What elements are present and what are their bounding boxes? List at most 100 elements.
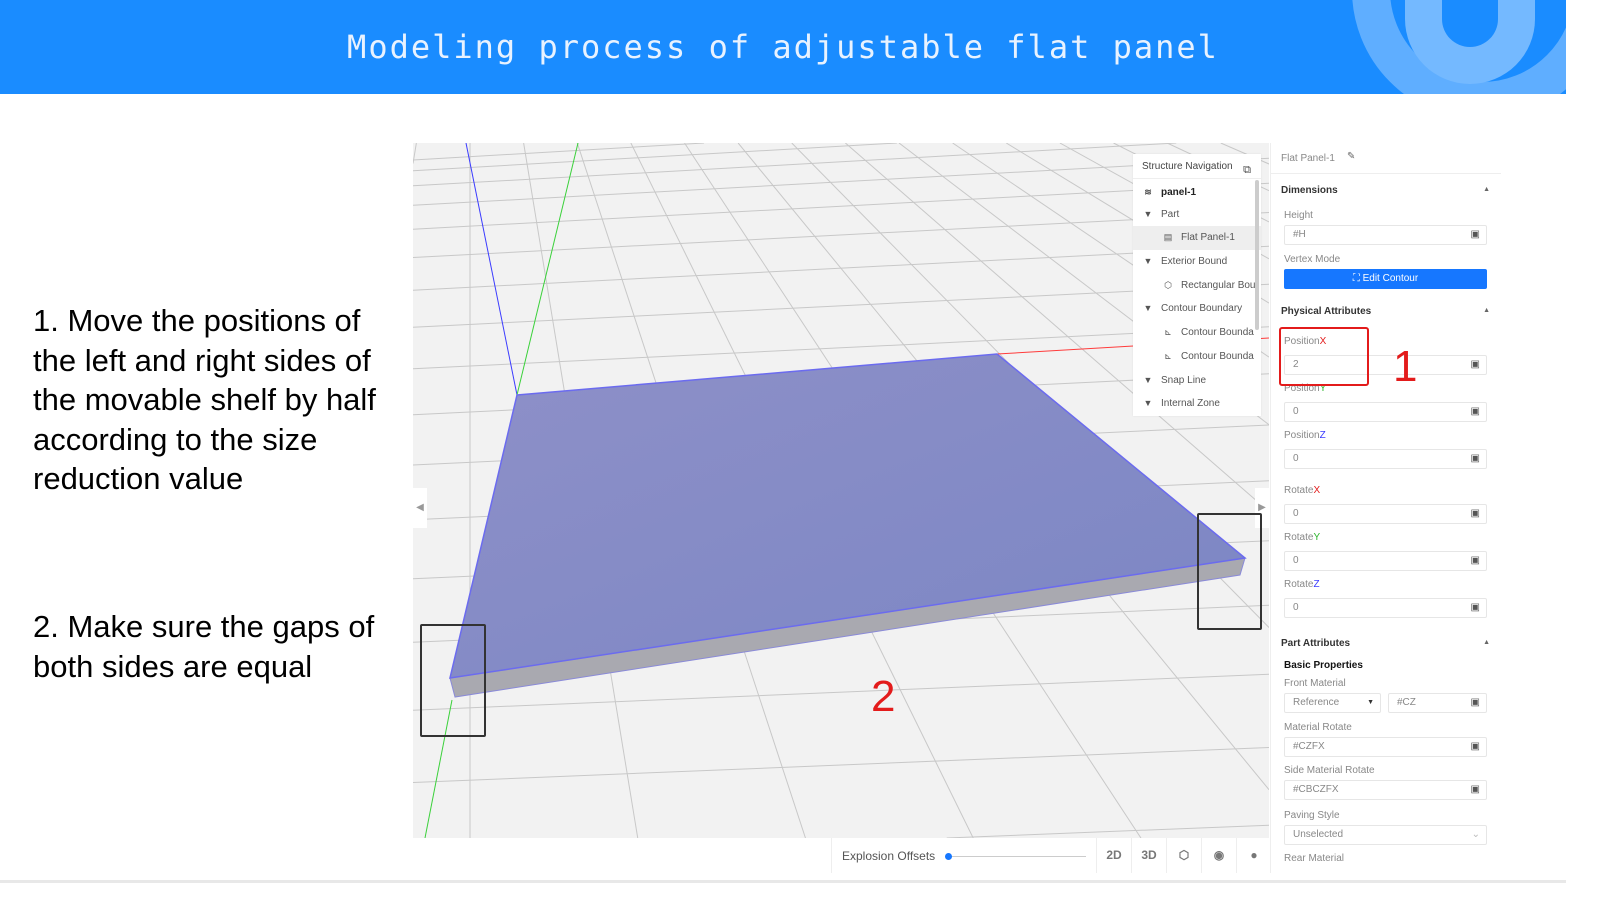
panel-icon: ▤ (1163, 232, 1173, 243)
chevron-down-icon[interactable]: ⌄ (1472, 826, 1480, 844)
calculator-icon[interactable]: ▣ (1471, 599, 1480, 617)
page-title: Modeling process of adjustable flat pane… (347, 28, 1219, 66)
instruction-step-2: 2. Make sure the gaps of both sides are … (33, 609, 375, 684)
info-icon[interactable]: ● (1236, 838, 1271, 873)
tree-item-contour-boundary-1[interactable]: ⊾ Contour Bounda (1133, 321, 1261, 345)
header-banner: Modeling process of adjustable flat pane… (0, 0, 1566, 94)
nav-scrollbar[interactable] (1255, 180, 1259, 330)
position-y-field[interactable]: 0 ▣ (1284, 402, 1487, 422)
calculator-icon[interactable]: ▣ (1471, 694, 1480, 712)
calculator-icon[interactable]: ▣ (1471, 226, 1480, 244)
structure-navigation-title: Structure Navigation (1142, 161, 1233, 172)
caret-down-icon[interactable]: ▼ (1141, 369, 1155, 393)
position-z-label: PositionZ (1284, 430, 1326, 441)
collapse-caret-icon[interactable]: ▲ (1483, 307, 1490, 314)
instruction-step-1: 1. Move the positions of the left and ri… (33, 303, 376, 496)
rotate-y-field[interactable]: 0 ▣ (1284, 551, 1487, 571)
slider-handle[interactable] (945, 853, 952, 860)
height-field[interactable]: #H ▣ (1284, 225, 1487, 245)
rotate-x-label: RotateX (1284, 485, 1321, 496)
contour-icon: ⊾ (1164, 350, 1172, 361)
tree-item-label: Snap Line (1161, 374, 1207, 386)
front-material-value: #CZ (1397, 697, 1416, 708)
part-name: Flat Panel-1 (1281, 153, 1335, 164)
annotation-number-2: 2 (871, 672, 896, 721)
collapse-caret-icon[interactable]: ▲ (1483, 639, 1490, 646)
explosion-offsets-slider[interactable] (945, 853, 1086, 860)
grid-line (413, 747, 1269, 783)
material-rotate-value: #CZFX (1293, 741, 1325, 752)
tree-item-contour-boundary[interactable]: ▼ Contour Boundary (1133, 297, 1261, 321)
side-material-rotate-field[interactable]: #CBCZFX ▣ (1284, 780, 1487, 800)
front-material-select-value: Reference (1293, 697, 1340, 708)
rotate-y-value: 0 (1293, 555, 1299, 566)
paving-style-select[interactable]: Unselected ⌄ (1284, 825, 1487, 845)
section-part-attributes[interactable]: Part Attributes (1281, 638, 1350, 649)
grid-line (946, 824, 1269, 838)
front-material-label: Front Material (1284, 678, 1346, 689)
eye-icon[interactable]: ◉ (1201, 838, 1236, 873)
edit-contour-button[interactable]: ⛶ Edit Contour (1284, 269, 1487, 289)
front-material-field[interactable]: #CZ ▣ (1388, 693, 1487, 713)
position-y-value: 0 (1293, 406, 1299, 417)
rotate-z-field[interactable]: 0 ▣ (1284, 598, 1487, 618)
basic-properties-heading: Basic Properties (1284, 660, 1363, 671)
section-dimensions[interactable]: Dimensions (1281, 185, 1338, 196)
cube-view-icon[interactable]: ⬡ (1166, 838, 1201, 873)
tree-item-label: Exterior Bound (1161, 256, 1228, 268)
tree-item-internal-zone[interactable]: ▼ Internal Zone (1133, 392, 1261, 416)
calculator-icon[interactable]: ▣ (1471, 738, 1480, 756)
tree-item-part[interactable]: ▼ Part (1133, 203, 1261, 227)
tree-item-panel-1[interactable]: ≋ panel-1 (1133, 179, 1261, 203)
material-rotate-field[interactable]: #CZFX ▣ (1284, 737, 1487, 757)
caret-down-icon[interactable]: ▼ (1141, 392, 1155, 416)
front-material-select[interactable]: Reference ▼ (1284, 693, 1381, 713)
calculator-icon[interactable]: ▣ (1471, 450, 1480, 468)
tree-item-flat-panel-1[interactable]: ▤ Flat Panel-1 (1133, 226, 1261, 251)
caret-down-icon[interactable]: ▼ (1141, 203, 1155, 227)
gap-highlight-left (420, 624, 486, 737)
tree-item-snap-line[interactable]: ▼ Snap Line (1133, 369, 1261, 393)
layers-icon: ≋ (1144, 187, 1152, 197)
edit-contour-label: Edit Contour (1362, 273, 1419, 284)
caret-down-icon[interactable]: ▼ (1141, 250, 1155, 274)
height-label: Height (1284, 210, 1313, 221)
calculator-icon[interactable]: ▣ (1471, 781, 1480, 799)
collapse-caret-icon[interactable]: ▲ (1483, 186, 1490, 193)
calculator-icon[interactable]: ▣ (1471, 552, 1480, 570)
tree-item-exterior-bound[interactable]: ▼ Exterior Bound (1133, 250, 1261, 274)
rotate-z-value: 0 (1293, 602, 1299, 613)
structure-navigation-panel: Structure Navigation ⧉ ≋ panel-1 ▼ Part ▤ Fl… (1133, 154, 1261, 416)
view-2d-button[interactable]: 2D (1096, 838, 1131, 873)
collapse-left-icon[interactable]: ◀ (413, 488, 427, 528)
tree-item-label: Part (1161, 208, 1180, 220)
gap-highlight-right (1197, 513, 1262, 630)
tree-item-contour-boundary-2[interactable]: ⊾ Contour Bounda (1133, 345, 1261, 369)
vertex-mode-label: Vertex Mode (1284, 254, 1341, 265)
tree-item-label: Contour Bounda (1181, 350, 1254, 362)
edit-name-pencil-icon[interactable]: ✎ (1347, 151, 1355, 162)
explosion-offsets-label: Explosion Offsets (842, 849, 936, 863)
tree-item-label: Contour Boundary (1161, 303, 1243, 315)
rotate-x-value: 0 (1293, 508, 1299, 519)
calculator-icon[interactable]: ▣ (1471, 403, 1480, 421)
caret-down-icon[interactable]: ▼ (1141, 297, 1155, 321)
section-physical-attributes[interactable]: Physical Attributes (1281, 306, 1371, 317)
tree-item-label: Contour Bounda (1181, 327, 1254, 339)
highlight-position-x (1279, 327, 1369, 386)
contour-icon: ⊾ (1164, 327, 1172, 338)
paving-style-value: Unselected (1293, 829, 1344, 840)
calculator-icon[interactable]: ▣ (1471, 505, 1480, 523)
properties-panel: Flat Panel-1 ✎ Dimensions ▲ Height #H ▣ V… (1270, 143, 1501, 873)
tree-item-rectangular-bound[interactable]: ⬡ Rectangular Bou (1133, 274, 1261, 298)
rotate-y-label: RotateY (1284, 532, 1321, 543)
tree-item-label: Internal Zone (1161, 398, 1220, 410)
position-z-field[interactable]: 0 ▣ (1284, 449, 1487, 469)
y-axis-line (516, 143, 579, 396)
grid-line (413, 143, 897, 172)
view-3d-button[interactable]: 3D (1131, 838, 1166, 873)
rotate-x-field[interactable]: 0 ▣ (1284, 504, 1487, 524)
annotation-number-1: 1 (1393, 342, 1418, 391)
dropdown-caret-icon[interactable]: ▼ (1367, 694, 1374, 712)
calculator-icon[interactable]: ▣ (1471, 356, 1480, 374)
